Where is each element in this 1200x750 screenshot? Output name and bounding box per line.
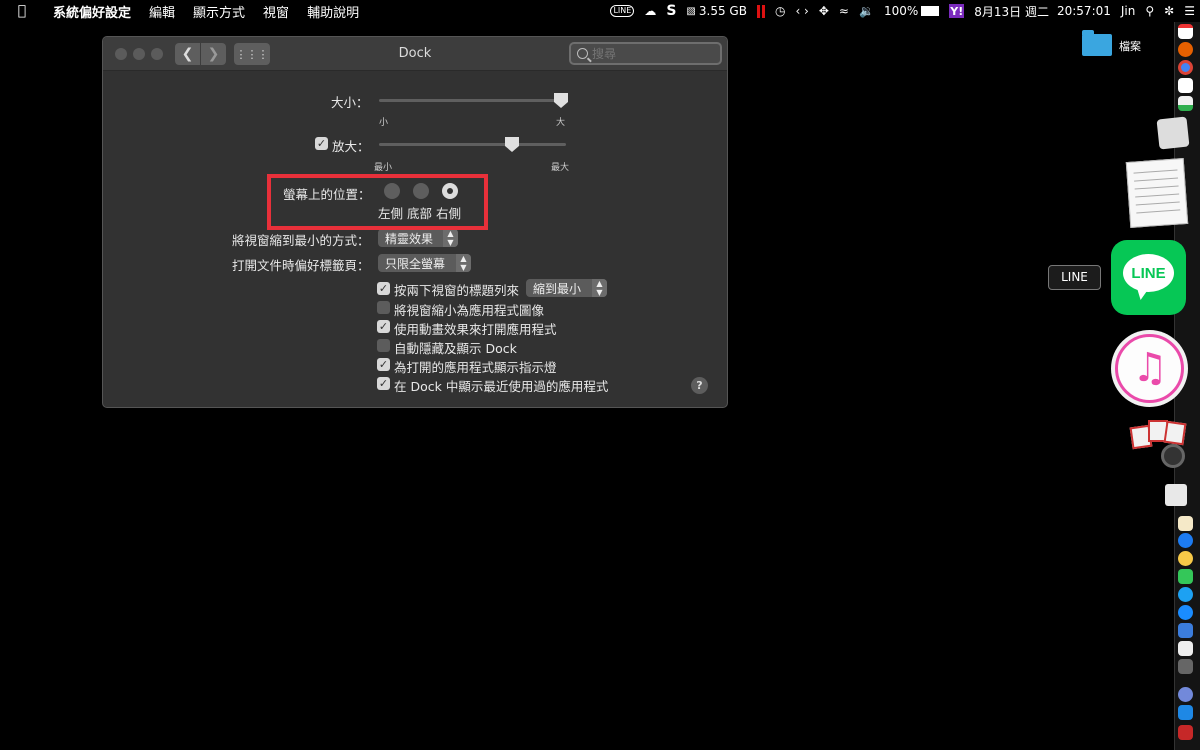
- numbers-app-icon[interactable]: [1178, 96, 1193, 111]
- animate-opening-checkbox[interactable]: ✓: [377, 320, 390, 333]
- menu-app-name[interactable]: 系統偏好設定: [44, 2, 140, 21]
- show-recent-apps-label: 在 Dock 中顯示最近使用過的應用程式: [394, 379, 609, 394]
- size-slider-thumb[interactable]: [554, 93, 568, 108]
- app-store-icon[interactable]: [1178, 516, 1193, 531]
- cloud-upload-icon[interactable]: ☁: [639, 4, 661, 18]
- size-max-label: 大: [556, 118, 566, 128]
- updown-chevron-icon: ▲ ▼: [592, 279, 607, 297]
- magnification-slider-track[interactable]: [379, 143, 566, 146]
- storage-text: 3.55 GB: [698, 4, 747, 18]
- search-input[interactable]: [592, 46, 712, 61]
- battery-status[interactable]: 100%: [879, 4, 944, 18]
- battery-icon: [921, 6, 940, 16]
- menu-view[interactable]: 顯示方式: [184, 2, 254, 21]
- finder-window-icon[interactable]: [1178, 641, 1193, 656]
- wifi-icon[interactable]: ≈: [834, 4, 854, 18]
- help-button[interactable]: ?: [691, 377, 708, 394]
- system-info-icon[interactable]: [1178, 659, 1193, 674]
- menu-edit[interactable]: 編輯: [140, 2, 184, 21]
- prefer-tabs-value: 只限全螢幕: [385, 256, 446, 271]
- menu-help[interactable]: 輔助說明: [298, 2, 368, 21]
- notification-center-icon[interactable]: ☰: [1179, 4, 1200, 18]
- apple-menu-icon[interactable]: : [0, 3, 44, 19]
- magnification-checkbox[interactable]: ✓: [315, 137, 328, 150]
- show-recent-apps-checkbox[interactable]: ✓: [377, 377, 390, 390]
- chrome-app-icon[interactable]: [1178, 60, 1193, 75]
- music-note-icon: ♫: [1132, 345, 1168, 391]
- volume-icon[interactable]: 🔉: [854, 4, 879, 18]
- minimize-effect-popup[interactable]: 精靈效果 ▲ ▼: [378, 229, 458, 247]
- menu-window[interactable]: 視窗: [254, 2, 298, 21]
- autohide-dock-label: 自動隱藏及顯示 Dock: [394, 341, 517, 356]
- prefer-tabs-label: 打開文件時偏好標籤頁：: [232, 258, 370, 273]
- double-click-popup[interactable]: 縮到最小 ▲ ▼: [526, 279, 607, 297]
- itunes-app-icon[interactable]: ♫: [1111, 330, 1188, 407]
- minimize-effect-label: 將視窗縮到最小的方式：: [232, 233, 370, 248]
- time-machine-icon[interactable]: ◷: [770, 4, 790, 18]
- show-indicators-label: 為打開的應用程式顯示指示燈: [394, 360, 557, 375]
- battery-percent: 100%: [883, 4, 919, 18]
- size-slider-track[interactable]: [379, 99, 566, 102]
- storage-icon: ▧: [686, 5, 696, 17]
- updown-chevron-icon: ▲ ▼: [443, 229, 458, 247]
- autohide-dock-checkbox[interactable]: [377, 339, 390, 352]
- size-label: 大小：: [331, 95, 369, 110]
- folder-icon[interactable]: [1082, 30, 1112, 56]
- dock-preferences-window: ❮ ❯ ⋮⋮⋮ Dock 大小： 小 大 ✓ 放大： 最小 最大 螢幕上的位置：…: [102, 36, 728, 408]
- spotlight-search-icon[interactable]: ⚲: [1140, 4, 1159, 18]
- line-bubble: LINE: [1123, 254, 1174, 292]
- keynote-app-icon[interactable]: [1178, 623, 1193, 638]
- messages-app-icon[interactable]: [1178, 569, 1193, 584]
- safari-app-icon[interactable]: [1178, 533, 1193, 548]
- double-click-checkbox[interactable]: ✓: [377, 282, 390, 295]
- yahoo-icon[interactable]: Y!: [944, 4, 969, 18]
- appstore-app-icon[interactable]: [1178, 605, 1193, 620]
- minimize-into-app-label: 將視窗縮小為應用程式圖像: [394, 303, 545, 318]
- prefer-tabs-popup[interactable]: 只限全螢幕 ▲ ▼: [378, 254, 471, 272]
- size-min-label: 小: [379, 118, 389, 128]
- magnification-slider-thumb[interactable]: [505, 137, 519, 152]
- menu-bar:  系統偏好設定 編輯 顯示方式 視窗 輔助說明 LINE ☁ S ▧3.55 …: [0, 0, 1200, 22]
- magnification-max-label: 最大: [551, 163, 570, 173]
- red-app-icon[interactable]: [1178, 725, 1193, 740]
- time-text: 20:57:01: [1056, 4, 1111, 18]
- siri-icon[interactable]: ✼: [1159, 4, 1179, 18]
- animate-opening-label: 使用動畫效果來打開應用程式: [394, 322, 557, 337]
- position-highlight-box: [267, 174, 488, 230]
- magnification-min-label: 最小: [374, 163, 393, 173]
- clock[interactable]: 8月13日 週二 20:57:01: [969, 3, 1116, 20]
- s-app-icon[interactable]: S: [661, 3, 681, 19]
- minimize-into-app-checkbox[interactable]: [377, 301, 390, 314]
- s-app-dock-icon[interactable]: [1178, 705, 1193, 720]
- show-indicators-checkbox[interactable]: ✓: [377, 358, 390, 371]
- line-tooltip: LINE: [1048, 265, 1101, 290]
- notes-app-icon[interactable]: [1178, 78, 1193, 93]
- twitter-app-icon[interactable]: [1178, 587, 1193, 602]
- firefox-app-icon[interactable]: [1178, 42, 1193, 57]
- magnification-label: 放大：: [332, 139, 370, 154]
- updown-chevron-icon: ▲ ▼: [456, 254, 471, 272]
- photo-booth-app-icon[interactable]: [1129, 418, 1187, 470]
- screenshot-app-icon[interactable]: [1156, 116, 1190, 150]
- double-click-value: 縮到最小: [533, 281, 582, 296]
- move-arrows-icon[interactable]: ✥: [814, 4, 834, 18]
- line-status-icon[interactable]: LINE: [605, 5, 639, 17]
- preview-app-icon[interactable]: [1165, 484, 1187, 506]
- title-bar[interactable]: ❮ ❯ ⋮⋮⋮ Dock: [103, 37, 727, 71]
- user-name[interactable]: Jin: [1116, 4, 1140, 18]
- folder-label[interactable]: 檔案: [1119, 38, 1141, 54]
- calendar-app-icon[interactable]: [1178, 24, 1193, 39]
- storage-status[interactable]: ▧ 3.55 GB: [681, 4, 752, 18]
- photos-app-icon[interactable]: [1178, 551, 1193, 566]
- search-field[interactable]: [569, 42, 722, 65]
- date-text: 8月13日 週二: [974, 4, 1049, 19]
- line-app-icon[interactable]: LINE: [1111, 240, 1186, 315]
- double-click-label: 按兩下視窗的標題列來: [394, 283, 520, 298]
- textedit-app-icon[interactable]: [1125, 158, 1189, 228]
- search-icon: [577, 48, 588, 59]
- minimize-effect-value: 精靈效果: [385, 231, 434, 246]
- discord-app-icon[interactable]: [1178, 687, 1193, 702]
- pause-red-icon[interactable]: [752, 4, 770, 18]
- code-brackets-icon[interactable]: ‹ ›: [790, 4, 813, 18]
